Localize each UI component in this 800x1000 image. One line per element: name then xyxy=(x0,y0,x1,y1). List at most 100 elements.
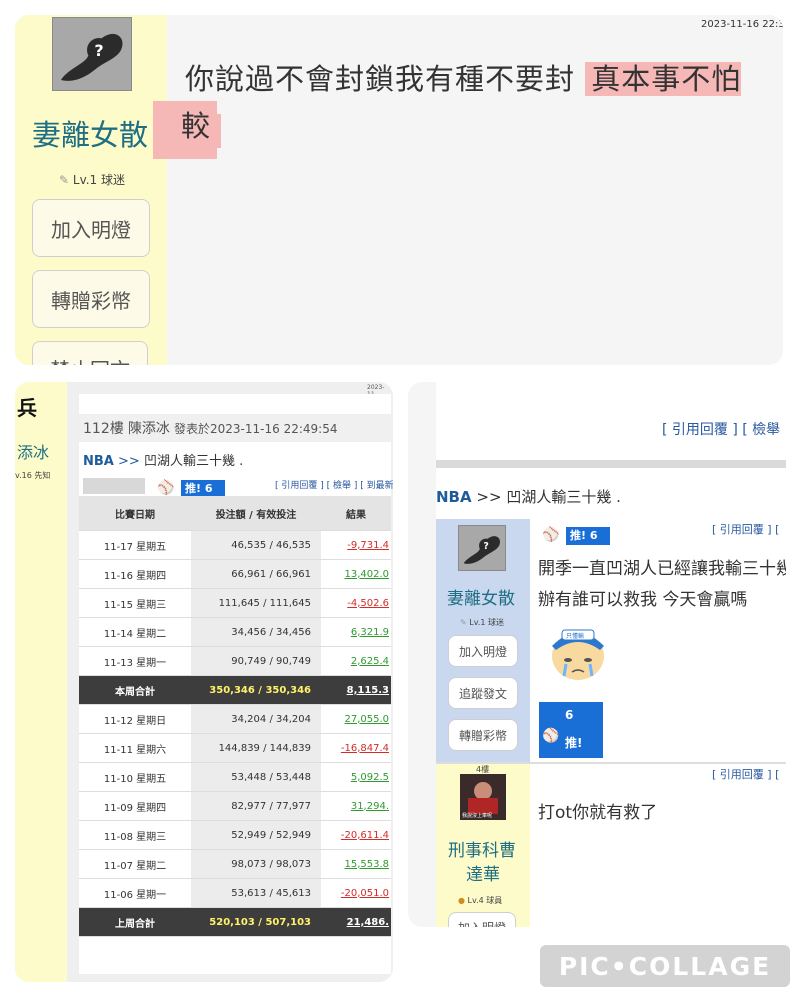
table-row: 11-16 星期四 66,961 / 66,961 13,402.0 xyxy=(79,559,391,589)
post-header: 112樓 陳添冰 發表於2023-11-16 22:49:54 xyxy=(79,414,393,442)
username-line2[interactable]: 達華 xyxy=(466,860,500,885)
message-text: 你說過不會封鎖我有種不要封 xyxy=(185,62,576,96)
table-header-row: 比賽日期 投注額 / 有效投注 結果 xyxy=(79,496,391,531)
date-cell: 11-09 星期四 xyxy=(79,791,191,821)
amount-cell: 144,839 / 144,839 xyxy=(191,733,321,763)
top-action-links[interactable]: [ 引用回覆 ] [ 檢舉 xyxy=(662,419,780,439)
post2-text: 打ot你就有救了 xyxy=(538,803,658,823)
date-cell: 11-17 星期五 xyxy=(79,530,191,560)
amount-cell: 82,977 / 77,977 xyxy=(191,791,321,821)
result-cell[interactable]: 15,553.8 xyxy=(321,849,391,879)
svg-text:?: ? xyxy=(94,41,103,60)
table-row: 11-06 星期一 53,613 / 45,613 -20,051.0 xyxy=(79,878,391,908)
date-cell: 11-11 星期六 xyxy=(79,733,191,763)
table-row: 11-10 星期五 53,448 / 53,448 5,092.5 xyxy=(79,762,391,792)
amount-cell: 34,456 / 34,456 xyxy=(191,617,321,647)
col-date-header: 比賽日期 xyxy=(79,496,191,531)
result-cell[interactable]: 6,321.9 xyxy=(321,617,391,647)
user-level: ● Lv.4 球員 xyxy=(458,896,503,905)
betting-table-body: 11-17 星期五 46,535 / 46,535 -9,731.4 11-16 星期… xyxy=(79,530,391,937)
breadcrumb-separator: >> xyxy=(118,454,140,469)
table-row: 11-07 星期二 98,073 / 98,073 15,553.8 xyxy=(79,849,391,879)
breadcrumb-title[interactable]: 凹湖人輸三十幾 . xyxy=(506,488,621,506)
add-beacon-button[interactable]: 加入明燈 xyxy=(32,199,150,257)
breadcrumb-title[interactable]: 凹湖人輸三十幾 . xyxy=(144,454,243,469)
medal-icon: ● xyxy=(458,896,465,905)
record-page: 112樓 陳添冰 發表於2023-11-16 22:49:54 NBA >> 凹… xyxy=(79,394,393,974)
result-cell[interactable]: -9,731.4 xyxy=(321,530,391,560)
date-cell: 11-07 星期二 xyxy=(79,849,191,879)
post1-line2: 辦有誰可以救我 今天會贏嗎 xyxy=(538,590,748,610)
date-cell: 11-15 星期三 xyxy=(79,588,191,618)
date-cell: 11-08 星期三 xyxy=(79,820,191,850)
push-badge[interactable]: ⚾ 推! 6 xyxy=(538,523,612,549)
pencil-icon: ✎ xyxy=(59,173,70,187)
add-beacon-button[interactable]: 加入明燈 xyxy=(448,912,516,927)
avatar-placeholder-icon: ? xyxy=(61,33,123,81)
username[interactable]: 妻離女散 xyxy=(447,584,515,609)
col-amount-header: 投注額 / 有效投注 xyxy=(191,496,321,531)
badge-label: 推! xyxy=(565,736,583,750)
betting-table: 比賽日期 投注額 / 有效投注 結果 11-17 星期五 46,535 / 46,… xyxy=(79,496,391,937)
post2-action-links[interactable]: [ 引用回覆 ] [ xyxy=(712,766,779,782)
post1-action-links[interactable]: [ 引用回覆 ] [ xyxy=(712,521,779,537)
post1-line1: 開季一直凹湖人已經讓我輸三十幾 xyxy=(538,559,786,579)
table-row: 11-13 星期一 90,749 / 90,749 2,625.4 xyxy=(79,646,391,676)
pencil-icon: ✎ xyxy=(460,618,467,627)
result-cell[interactable]: 2,625.4 xyxy=(321,646,391,676)
baseball-player-icon: ⚾ xyxy=(157,480,175,496)
username[interactable]: 妻離女散 xyxy=(32,112,148,154)
amount-cell: 53,448 / 53,448 xyxy=(191,762,321,792)
baseball-player-icon: ⚾ xyxy=(542,527,560,543)
date-cell: 本周合計 xyxy=(79,675,191,705)
avatar-caption: 我說沒上車呢 xyxy=(462,813,493,819)
message-highlight-continued: 較 xyxy=(153,101,217,159)
date-cell: 11-16 星期四 xyxy=(79,559,191,589)
follow-posts-button[interactable]: 追蹤發文 xyxy=(448,677,518,709)
avatar-thumb xyxy=(83,478,145,494)
breadcrumb-section[interactable]: NBA xyxy=(83,454,114,469)
badge-count: 6 xyxy=(565,708,574,722)
avatar[interactable]: ? xyxy=(458,525,506,571)
poster-name[interactable]: 陳添冰 xyxy=(128,418,170,438)
sidebar-level-fragment: v.16 先知 xyxy=(15,471,51,480)
breadcrumb-separator: >> xyxy=(476,488,502,506)
gift-coins-button[interactable]: 轉贈彩幣 xyxy=(32,270,150,328)
result-cell[interactable]: -20,611.4 xyxy=(321,820,391,850)
result-cell[interactable]: 5,092.5 xyxy=(321,762,391,792)
user-level: ✎ Lv.1 球迷 xyxy=(460,618,504,627)
result-cell[interactable]: 31,294. xyxy=(321,791,391,821)
avatar-placeholder-icon: ? xyxy=(463,536,501,564)
divider xyxy=(436,460,786,468)
table-row: 11-15 星期三 111,645 / 111,645 -4,502.6 xyxy=(79,588,391,618)
result-cell[interactable]: -4,502.6 xyxy=(321,588,391,618)
sticker-text: 只懂輸 xyxy=(566,633,585,640)
table-row: 11-14 星期二 34,456 / 34,456 6,321.9 xyxy=(79,617,391,647)
post2-user-sidebar: 4樓 我說沒上車呢 刑事科曹 達華 ● Lv.4 球員 加入明燈 xyxy=(436,764,530,927)
avatar[interactable]: ? xyxy=(52,17,132,91)
result-cell[interactable]: 13,402.0 xyxy=(321,559,391,589)
table-row: 11-12 星期日 34,204 / 34,204 27,055.0 xyxy=(79,704,391,734)
block-reply-button[interactable]: 禁止回文 xyxy=(32,341,148,365)
user-level: ✎ Lv.1 球迷 xyxy=(59,173,126,187)
left-user-sidebar: 兵 添冰 v.16 先知 xyxy=(15,382,67,982)
post-action-links[interactable]: [ 引用回覆 ] [ 檢舉 ] [ 到最新 xyxy=(275,478,393,491)
sidebar-username-fragment[interactable]: 添冰 xyxy=(17,439,49,463)
floor-number: 112樓 xyxy=(83,421,124,437)
amount-cell: 46,535 / 46,535 xyxy=(191,530,321,560)
amount-cell: 98,073 / 98,073 xyxy=(191,849,321,879)
result-cell[interactable]: 8,115.3 xyxy=(321,675,391,705)
add-beacon-button[interactable]: 加入明燈 xyxy=(448,635,518,667)
breadcrumb-section[interactable]: NBA xyxy=(436,488,472,506)
result-cell[interactable]: 21,486. xyxy=(321,907,391,937)
username-line1[interactable]: 刑事科曹 xyxy=(448,836,516,861)
top-user-sidebar: ? 妻離女散 ✎ Lv.1 球迷 加入明燈 轉贈彩幣 禁止回文 xyxy=(15,15,167,365)
avatar[interactable]: 我說沒上車呢 xyxy=(460,774,506,820)
result-cell[interactable]: -20,051.0 xyxy=(321,878,391,908)
amount-cell: 90,749 / 90,749 xyxy=(191,646,321,676)
result-cell[interactable]: -16,847.4 xyxy=(321,733,391,763)
result-cell[interactable]: 27,055.0 xyxy=(321,704,391,734)
gift-coins-button[interactable]: 轉贈彩幣 xyxy=(448,719,518,751)
table-total-row: 上周合計 520,103 / 507,103 21,486. xyxy=(79,907,391,937)
push-count-badge[interactable]: 6 ⚾ 推! xyxy=(539,702,603,758)
